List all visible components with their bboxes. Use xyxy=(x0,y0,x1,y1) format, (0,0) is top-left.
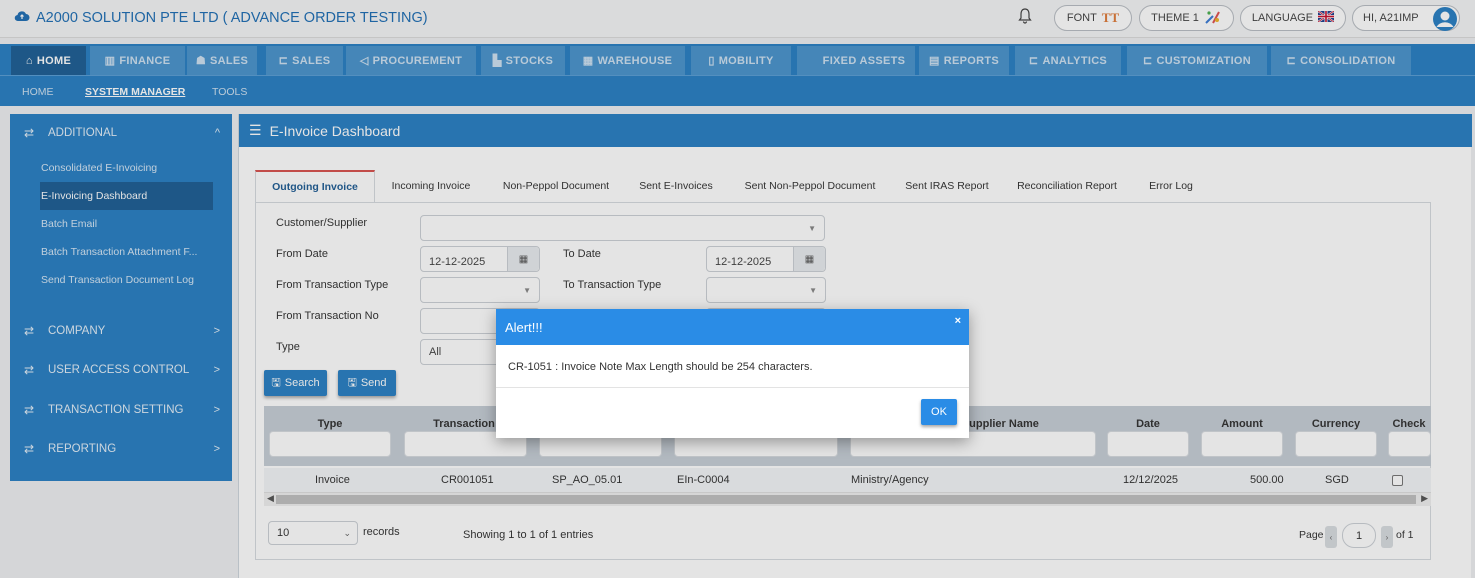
close-icon[interactable]: × xyxy=(955,315,961,327)
alert-message: CR-1051 : Invoice Note Max Length should… xyxy=(508,361,813,373)
alert-title: Alert!!! xyxy=(505,319,543,335)
alert-header: Alert!!! × xyxy=(496,309,969,345)
ok-button[interactable]: OK xyxy=(921,399,957,425)
alert-divider xyxy=(496,387,969,388)
alert-dialog: Alert!!! × CR-1051 : Invoice Note Max Le… xyxy=(496,309,969,438)
modal-overlay xyxy=(0,0,1475,578)
